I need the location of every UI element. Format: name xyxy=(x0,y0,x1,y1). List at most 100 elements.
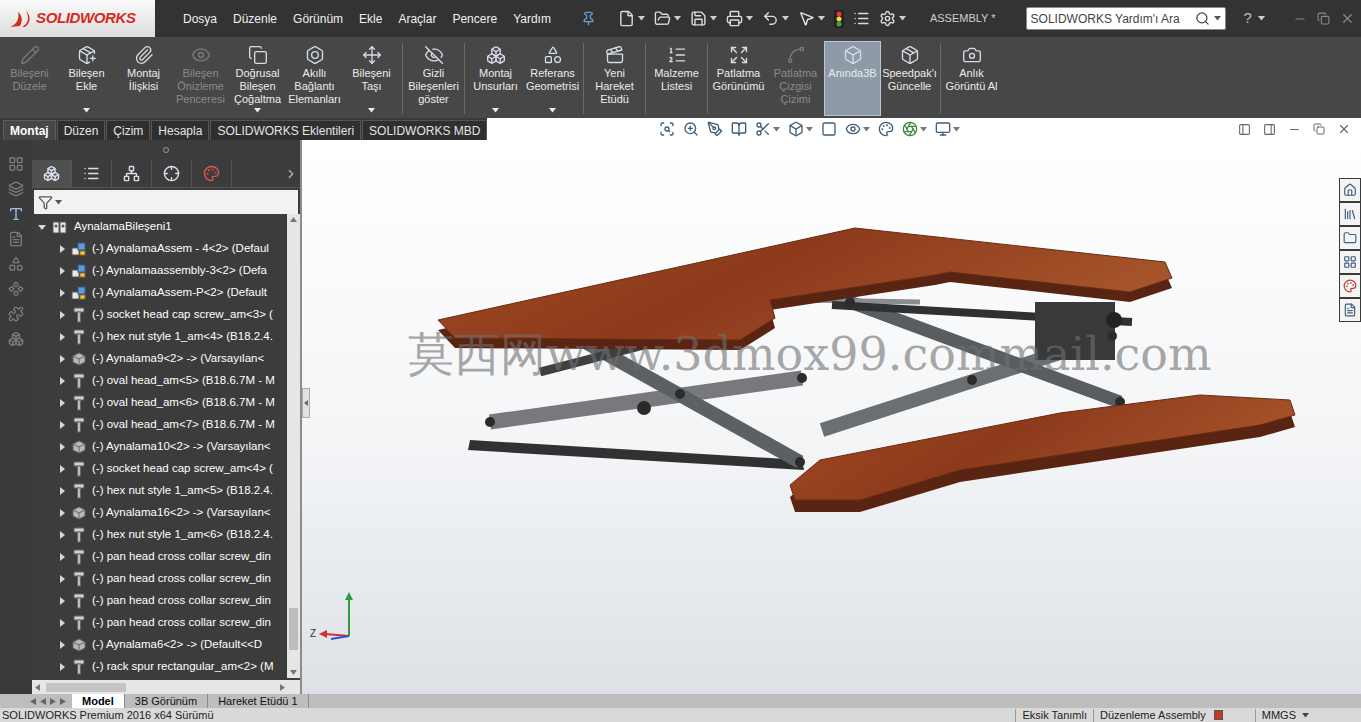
ribbon-button[interactable]: Patlatma Çizgisi Çizimi xyxy=(767,41,824,116)
task-pane-tab[interactable] xyxy=(1340,299,1360,321)
heads-up-button[interactable] xyxy=(821,121,837,137)
dropdown-caret-icon[interactable] xyxy=(1302,713,1309,718)
viewport-close-icon[interactable] xyxy=(1337,122,1351,136)
tree-item[interactable]: (-) Aynalama16<2> -> (Varsayılan< xyxy=(32,502,287,524)
options-button[interactable] xyxy=(879,10,906,27)
expand-arrow-icon[interactable] xyxy=(58,245,66,253)
scroll-right-icon[interactable] xyxy=(50,698,56,705)
dropdown-caret-icon[interactable] xyxy=(920,127,927,132)
heads-up-button[interactable] xyxy=(731,121,747,137)
panel-tab[interactable] xyxy=(152,160,192,187)
dropdown-caret-icon[interactable] xyxy=(1214,16,1221,21)
ribbon-button[interactable]: Gizli Bileşenleri göster xyxy=(405,41,462,116)
ribbon-button[interactable]: Bileşen Ekle xyxy=(58,41,115,116)
tree-item[interactable]: (-) AynalamaAssem - 4<2> (Defaul xyxy=(32,238,287,260)
strip-tool-icon[interactable] xyxy=(8,256,24,272)
dropdown-caret-icon[interactable] xyxy=(746,16,753,21)
dropdown-caret-icon[interactable] xyxy=(83,108,90,113)
task-pane-tab[interactable] xyxy=(1340,179,1360,201)
tree-item[interactable]: (-) pan head cross collar screw_din xyxy=(32,612,287,634)
help-button[interactable]: ? xyxy=(1244,7,1252,30)
strip-tool-icon[interactable] xyxy=(8,281,24,297)
dropdown-caret-icon[interactable] xyxy=(863,127,870,132)
menu-item[interactable]: Pencere xyxy=(452,10,497,28)
menu-item[interactable]: Ekle xyxy=(359,10,382,28)
expand-arrow-icon[interactable] xyxy=(58,443,66,451)
pin-icon[interactable] xyxy=(581,11,596,26)
command-tab[interactable]: Hesapla xyxy=(151,120,209,140)
more-tabs-icon[interactable] xyxy=(284,167,298,181)
ribbon-button[interactable]: Patlatma Görünümü xyxy=(710,41,767,116)
tree-item[interactable]: (-) socket head cap screw_am<3> ( xyxy=(32,304,287,326)
solidworks-logo[interactable]: SOLIDWORKS xyxy=(0,0,155,37)
ribbon-button[interactable]: Bileşen Önizleme Penceresi xyxy=(172,41,229,116)
task-pane-tab[interactable] xyxy=(1340,227,1360,249)
expand-arrow-icon[interactable] xyxy=(58,333,66,341)
minimize-icon[interactable] xyxy=(1293,12,1307,26)
rebuild-indicator-icon[interactable] xyxy=(1214,710,1223,720)
dropdown-caret-icon[interactable] xyxy=(899,16,906,21)
ribbon-button[interactable]: Anında3B xyxy=(824,41,881,116)
dropdown-caret-icon[interactable] xyxy=(710,16,717,21)
vertical-scrollbar[interactable] xyxy=(287,214,300,678)
scroll-right-icon[interactable] xyxy=(60,698,66,705)
heads-up-button[interactable] xyxy=(902,121,927,137)
scroll-thumb[interactable] xyxy=(289,608,298,650)
scroll-left-icon[interactable] xyxy=(40,698,46,705)
panel-tab[interactable] xyxy=(72,160,112,187)
expand-arrow-icon[interactable] xyxy=(58,619,66,627)
tile-right-icon[interactable] xyxy=(1263,123,1276,136)
menu-item[interactable]: Yardım xyxy=(513,10,551,28)
menu-item[interactable]: Araçlar xyxy=(398,10,436,28)
dropdown-caret-icon[interactable] xyxy=(549,108,556,113)
toolbar-button[interactable] xyxy=(762,10,789,27)
tree-item[interactable]: (-) Aynalama9<2> -> (Varsayılan< xyxy=(32,348,287,370)
dropdown-caret-icon[interactable] xyxy=(674,16,681,21)
strip-tool-icon[interactable] xyxy=(8,231,24,247)
dropdown-caret-icon[interactable] xyxy=(1258,16,1265,21)
dropdown-caret-icon[interactable] xyxy=(368,108,375,113)
command-tab[interactable]: Montaj xyxy=(3,120,56,140)
help-search[interactable] xyxy=(1026,7,1226,30)
expand-arrow-icon[interactable] xyxy=(58,289,66,297)
expand-arrow-icon[interactable] xyxy=(58,575,66,583)
heads-up-button[interactable] xyxy=(845,121,870,137)
tree-item[interactable]: (-) hex nut style 1_am<4> (B18.2.4. xyxy=(32,326,287,348)
rebuild-traffic-light-icon[interactable] xyxy=(834,10,844,28)
strip-tool-icon[interactable] xyxy=(8,306,24,322)
viewport-minimize-icon[interactable] xyxy=(1288,123,1301,136)
horizontal-scrollbar[interactable] xyxy=(32,680,300,694)
expand-arrow-icon[interactable] xyxy=(58,267,66,275)
dropdown-caret-icon[interactable] xyxy=(782,16,789,21)
expand-arrow-icon[interactable] xyxy=(38,223,46,231)
expand-arrow-icon[interactable] xyxy=(58,663,66,671)
heads-up-button[interactable] xyxy=(788,121,813,137)
expand-arrow-icon[interactable] xyxy=(58,531,66,539)
command-tab[interactable]: SOLIDWORKS MBD xyxy=(362,120,487,140)
tree-filter[interactable] xyxy=(34,190,298,214)
tree-item[interactable]: (-) oval head_am<7> (B18.6.7M - M xyxy=(32,414,287,436)
tree-item[interactable]: (-) Aynalamaassembly-3<2> (Defa xyxy=(32,260,287,282)
ribbon-button[interactable]: Akıllı Bağlantı Elemanları xyxy=(286,41,343,116)
expand-arrow-icon[interactable] xyxy=(58,465,66,473)
tree-item[interactable]: (-) socket head cap screw_am<4> ( xyxy=(32,458,287,480)
panel-tab[interactable] xyxy=(112,160,152,187)
standing-desk-model[interactable] xyxy=(302,140,1361,694)
ribbon-button[interactable]: Bileşeni Düzele xyxy=(1,41,58,116)
panel-resize-handle[interactable] xyxy=(302,388,310,418)
search-input[interactable] xyxy=(1031,10,1191,28)
menu-item[interactable]: Düzenle xyxy=(233,10,277,28)
dropdown-caret-icon[interactable] xyxy=(806,127,813,132)
heads-up-button[interactable] xyxy=(707,121,723,137)
dropdown-caret-icon[interactable] xyxy=(492,108,499,113)
expand-arrow-icon[interactable] xyxy=(58,311,66,319)
strip-tool-icon[interactable] xyxy=(8,206,24,222)
menu-item[interactable]: Dosya xyxy=(183,10,217,28)
dropdown-caret-icon[interactable] xyxy=(638,16,645,21)
dropdown-caret-icon[interactable] xyxy=(773,127,780,132)
scroll-left-icon[interactable] xyxy=(30,698,36,705)
dropdown-caret-icon[interactable] xyxy=(55,200,62,205)
toolbar-button[interactable] xyxy=(690,10,717,27)
task-pane-tab[interactable] xyxy=(1340,251,1360,273)
close-icon[interactable] xyxy=(1340,11,1355,26)
